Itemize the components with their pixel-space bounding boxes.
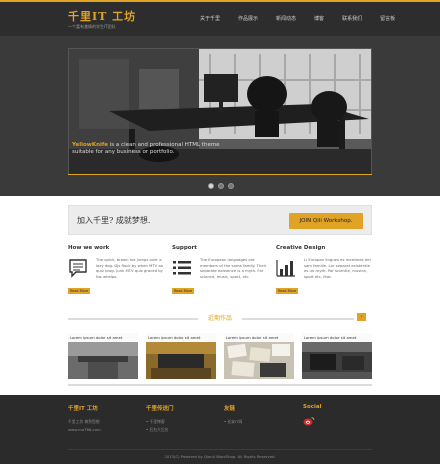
feature-text: The quick, brown fox jumps over a lazy d… — [96, 257, 164, 279]
work-thumbnail[interactable]: Lorem ipsum dolor sit amet — [302, 333, 372, 379]
footer-link[interactable]: www.moT88.com — [68, 426, 101, 434]
footer-link[interactable]: 长安IT网 — [224, 418, 242, 426]
site-header: 千里IT 工坊 一个富有激情的学生IT团队 关于千里 作品展示 新闻动态 博客 … — [0, 0, 440, 36]
work-image — [224, 342, 294, 379]
slider-dot-2[interactable] — [218, 183, 224, 189]
footer-title: 千里IT 工坊 — [68, 406, 98, 412]
site-logo[interactable]: 千里IT 工坊 — [68, 8, 136, 24]
work-thumbnail[interactable]: Lorem ipsum dolor sit amet — [68, 333, 138, 379]
feature-creative-design: Creative Design Li Europan lingues es me… — [276, 245, 372, 294]
section-divider — [242, 318, 354, 320]
nav-blog[interactable]: 博客 — [314, 15, 324, 22]
footer-link[interactable]: 千里博客 — [146, 418, 174, 426]
feature-how-we-work: How we work The quick, brown fox jumps o… — [68, 245, 164, 294]
footer-col-social: Social — [303, 404, 321, 416]
feature-text: Li Europan lingues es membres del sam fa… — [304, 257, 371, 279]
work-caption: Lorem ipsum dolor sit amet — [224, 333, 294, 342]
work-image — [68, 342, 138, 379]
recent-works-title: 近期作品 — [207, 315, 232, 322]
work-image — [302, 342, 372, 379]
footer-title: 友链 — [224, 406, 236, 412]
footer-col-about: 千里IT 工坊 千里工坊 做到您想 www.moT88.com — [68, 404, 101, 434]
work-image — [146, 342, 216, 379]
nav-about[interactable]: 关于千里 — [200, 15, 220, 22]
slide-caption: YellowKnife is a clean and professional … — [72, 142, 222, 156]
feature-title: How we work — [68, 245, 110, 251]
site-tagline: 一个富有激情的学生IT团队 — [68, 24, 116, 29]
work-caption: Lorem ipsum dolor sit amet — [68, 333, 138, 342]
nav-contact[interactable]: 联系我们 — [342, 15, 362, 22]
footer-col-friends: 友链 长安IT网 — [224, 404, 242, 426]
slider-dots — [208, 183, 234, 189]
list-icon — [173, 261, 191, 275]
next-arrow-button[interactable]: › — [357, 313, 366, 321]
nav-guestbook[interactable]: 留言板 — [380, 15, 395, 22]
footer-link[interactable]: 后台大后台 — [146, 426, 174, 434]
read-more-button[interactable]: Read More — [172, 288, 194, 294]
nav-works[interactable]: 作品展示 — [238, 15, 258, 22]
bar-chart-icon — [276, 260, 295, 277]
read-more-button[interactable]: Read More — [276, 288, 298, 294]
slider-dot-3[interactable] — [228, 183, 234, 189]
office-photo — [69, 49, 371, 174]
join-button[interactable]: JOIN Qili Workshop. — [289, 213, 363, 229]
work-caption: Lorem ipsum dolor sit amet — [302, 333, 372, 342]
read-more-button[interactable]: Read More — [68, 288, 90, 294]
footer-title: Social — [303, 404, 322, 410]
work-thumbnail[interactable]: Lorem ipsum dolor sit amet — [224, 333, 294, 379]
work-thumbnail[interactable]: Lorem ipsum dolor sit amet — [146, 333, 216, 379]
caption-brand: YellowKnife — [72, 142, 109, 148]
weibo-icon[interactable] — [303, 416, 315, 426]
footer-title: 千里传送门 — [146, 406, 174, 412]
footer-divider — [68, 449, 372, 450]
join-text: 加入千里? 成就梦想. — [77, 216, 151, 225]
slider-dot-1[interactable] — [208, 183, 214, 189]
section-divider — [68, 318, 198, 320]
footer-text: 千里工坊 做到您想 — [68, 419, 100, 424]
join-banner: 加入千里? 成就梦想. JOIN Qili Workshop. — [68, 205, 372, 235]
feature-title: Support — [172, 245, 197, 251]
feature-text: The European languages are members of th… — [200, 257, 267, 279]
section-divider — [68, 384, 372, 386]
slider-accent-bar — [68, 174, 372, 175]
main-nav: 关于千里 作品展示 新闻动态 博客 联系我们 留言板 — [200, 15, 413, 22]
nav-news[interactable]: 新闻动态 — [276, 15, 296, 22]
footer-col-portal: 千里传送门 千里博客 后台大后台 — [146, 404, 174, 434]
work-caption: Lorem ipsum dolor sit amet — [146, 333, 216, 342]
document-icon — [69, 259, 87, 278]
feature-title: Creative Design — [276, 245, 326, 251]
copyright-text: 2013(C) Powered by Qianli WorkShop. All … — [164, 454, 276, 459]
feature-support: Support The European languages are membe… — [172, 245, 268, 294]
